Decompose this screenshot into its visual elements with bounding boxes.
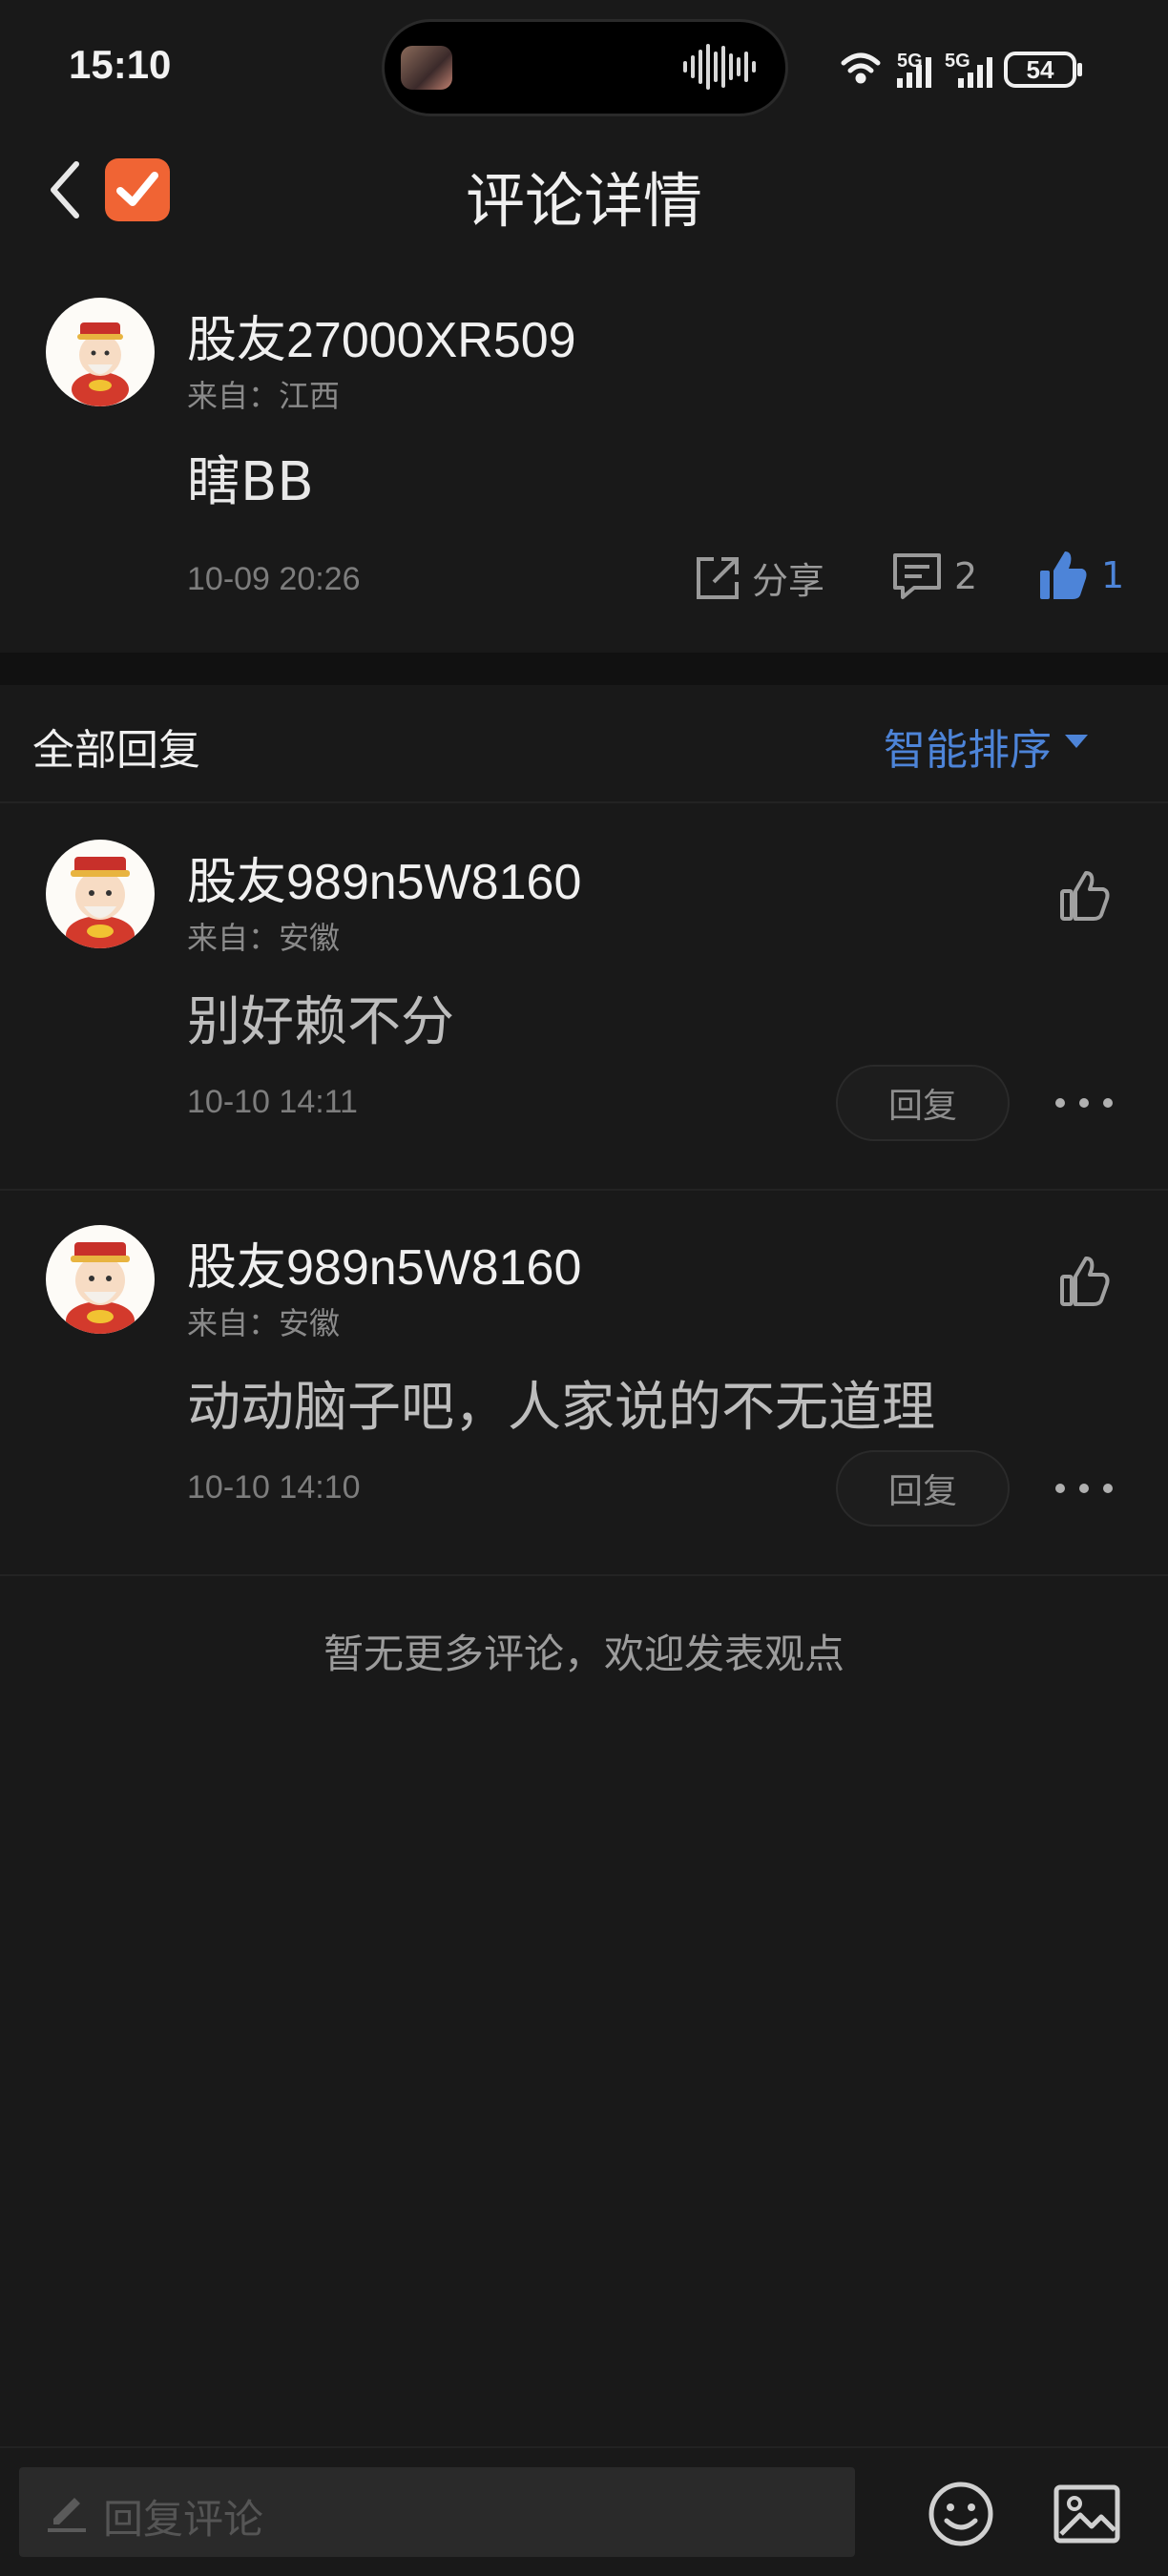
reply-text: 别好赖不分 [187,991,454,1053]
audio-wave-icon [683,44,756,90]
like-count: 1 [1101,554,1125,596]
avatar[interactable] [46,1225,155,1334]
sort-dropdown[interactable]: 智能排序 [884,716,1052,777]
share-label: 分享 [752,560,825,602]
reply-location: 来自：安徽 [187,1305,341,1341]
fortune-god-avatar-icon [66,857,135,948]
like-button[interactable]: 1 [1038,550,1124,601]
reply-time: 10-10 14:10 [187,1469,361,1506]
thumbs-up-icon[interactable] [1059,870,1111,922]
comment-time: 10-09 20:26 [187,561,361,597]
reply-username[interactable]: 股友989n5W8160 [187,1227,581,1298]
divider [0,801,1168,803]
reply-placeholder[interactable]: 回复评论 [103,2487,263,2545]
all-replies-title: 全部回复 [32,726,200,775]
divider [0,1574,1168,1576]
comment-text: 瞎BB [187,451,314,513]
comment-username[interactable]: 股友27000XR509 [187,300,576,371]
reply-button[interactable]: 回复 [836,1450,1010,1527]
battery-level: 54 [1027,55,1054,84]
more-icon[interactable] [1055,1093,1113,1112]
reply-count: 2 [954,555,978,597]
pencil-icon [48,2498,86,2532]
emoji-icon[interactable] [928,2481,994,2547]
comment-location: 来自：江西 [187,378,341,414]
share-icon [697,556,739,599]
media-thumbnail-icon [401,46,452,90]
page-title: 评论详情 [465,166,702,236]
wifi-icon [841,52,881,84]
reply-time: 10-10 14:11 [187,1084,358,1120]
image-icon[interactable] [1053,2484,1120,2544]
divider [0,1189,1168,1191]
caret-down-icon[interactable] [1065,735,1088,748]
thumbs-up-icon[interactable] [1059,1256,1111,1307]
status-time: 15:10 [69,42,172,87]
fortune-god-avatar-icon [66,1242,135,1334]
reply-username[interactable]: 股友989n5W8160 [187,841,581,913]
more-icon[interactable] [1055,1479,1113,1498]
battery-icon: 54 [1004,52,1082,88]
comment-count-button[interactable]: 2 [891,551,977,601]
net2-label: 5G [945,51,970,72]
reply-location: 来自：安徽 [187,920,341,956]
avatar[interactable] [46,840,155,948]
reply-button[interactable]: 回复 [836,1065,1010,1141]
system-status-icons: 5G 5G 54 [841,51,1082,88]
reply-text: 动动脑子吧，人家说的不无道理 [187,1377,935,1439]
comment-icon [893,553,941,599]
no-more-comments-note: 暂无更多评论，欢迎发表观点 [323,1631,845,1677]
share-button[interactable]: 分享 [693,551,824,604]
avatar[interactable] [46,298,155,406]
section-divider [0,653,1168,685]
fortune-god-avatar-icon [72,322,129,406]
thumbs-up-filled-icon [1040,551,1087,599]
